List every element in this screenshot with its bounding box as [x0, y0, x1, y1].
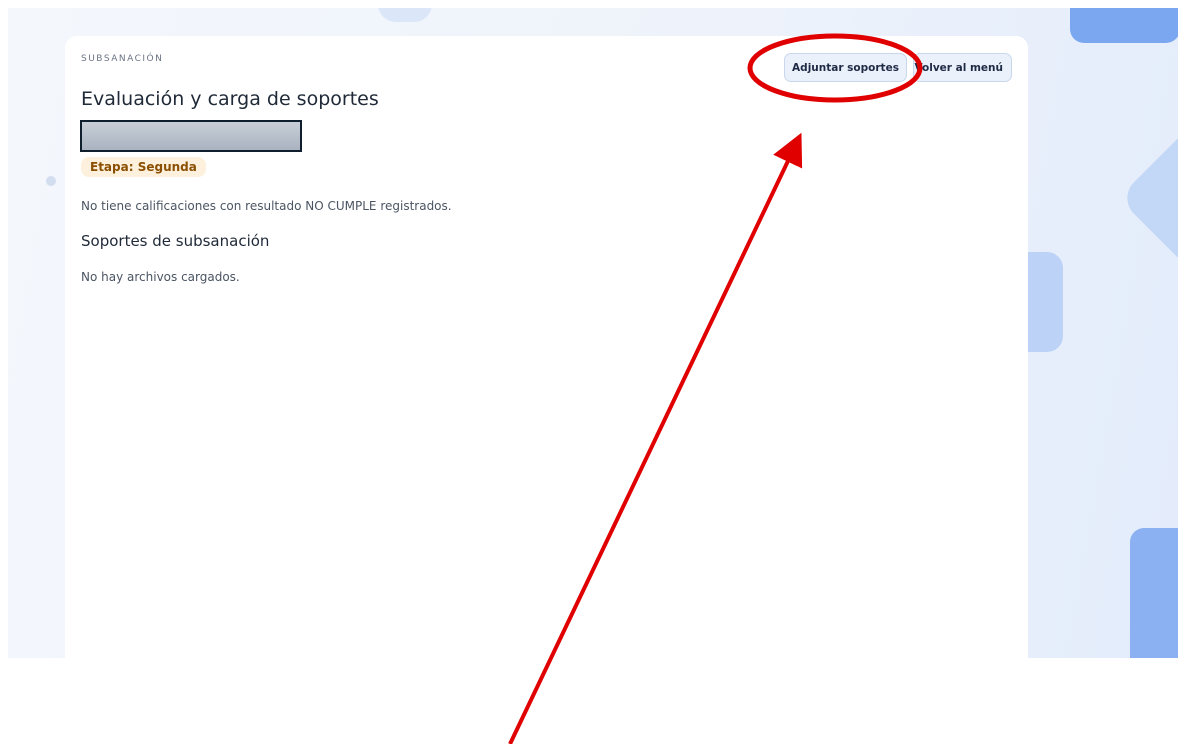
annotation-arrow — [508, 132, 803, 744]
annotation-overlay — [508, 33, 923, 744]
highlight-circle — [747, 33, 923, 103]
